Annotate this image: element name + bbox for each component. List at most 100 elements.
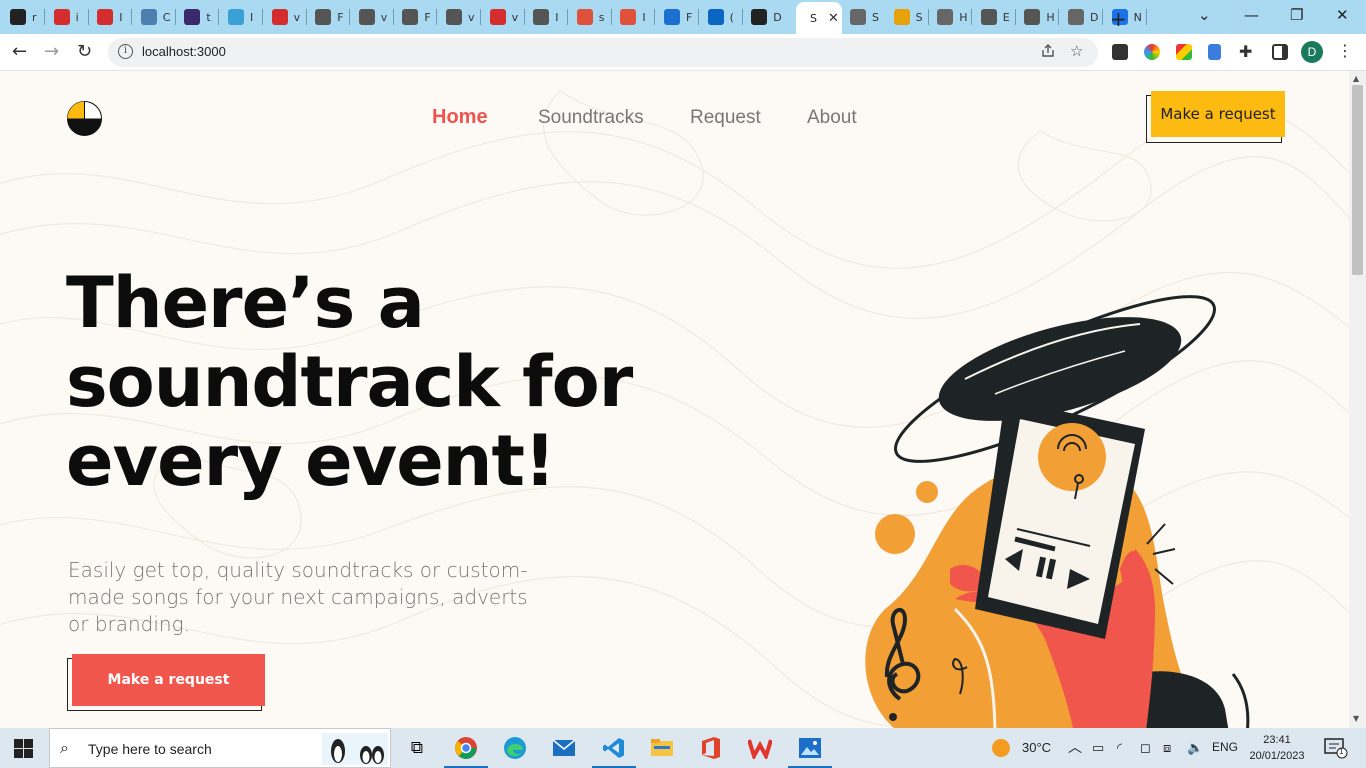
extensions-puzzle-icon[interactable]: ✚ bbox=[1239, 42, 1252, 61]
browser-tab[interactable]: t bbox=[176, 4, 216, 30]
menu-kebab-icon[interactable]: ⋮ bbox=[1337, 41, 1353, 60]
browser-tab[interactable]: F bbox=[394, 4, 434, 30]
weather-icon[interactable] bbox=[991, 738, 1011, 761]
meet-now-icon[interactable]: ◻ bbox=[1140, 740, 1151, 756]
page-scrollbar[interactable]: ▲ ▼ bbox=[1349, 71, 1366, 728]
volume-icon[interactable]: 🔈 bbox=[1187, 740, 1203, 756]
file-explorer-taskbar-icon[interactable] bbox=[648, 734, 676, 762]
browser-tab[interactable]: S bbox=[886, 4, 926, 30]
bookmark-star-icon[interactable]: ☆ bbox=[1070, 42, 1083, 60]
browser-tab[interactable]: I bbox=[89, 4, 129, 30]
browser-tab[interactable]: H bbox=[1016, 4, 1056, 30]
tab-title: H bbox=[1046, 10, 1055, 24]
office-taskbar-icon[interactable] bbox=[697, 734, 725, 762]
tab-search-dropdown-icon[interactable]: ⌄ bbox=[1198, 6, 1211, 24]
browser-tab[interactable]: v bbox=[351, 4, 391, 30]
show-hidden-icons-chevron-icon[interactable]: ︿ bbox=[1068, 737, 1082, 757]
browser-tab[interactable]: r bbox=[2, 4, 42, 30]
input-language[interactable]: ENG bbox=[1212, 740, 1238, 754]
browser-tab[interactable]: ( bbox=[700, 4, 740, 30]
close-window-button[interactable]: ✕ bbox=[1336, 6, 1349, 24]
screen-share-icon[interactable]: ⧈ bbox=[1163, 740, 1171, 756]
wifi-icon[interactable]: ◜ bbox=[1117, 740, 1122, 756]
browser-tab[interactable]: D bbox=[1060, 4, 1100, 30]
close-tab-icon[interactable]: ✕ bbox=[828, 11, 839, 26]
system-clock[interactable]: 23:41 20/01/2023 bbox=[1248, 732, 1306, 764]
scroll-up-arrow-icon[interactable]: ▲ bbox=[1353, 74, 1359, 83]
minimize-button[interactable]: — bbox=[1244, 6, 1259, 24]
task-view-icon[interactable]: ⧉ bbox=[403, 734, 431, 762]
tab-title: F bbox=[686, 10, 693, 24]
hero-make-request-button[interactable]: Make a request bbox=[72, 654, 265, 706]
notifications-icon[interactable]: 1 bbox=[1324, 737, 1348, 762]
nav-request[interactable]: Request bbox=[690, 107, 761, 129]
extension-icon[interactable] bbox=[1112, 44, 1128, 60]
browser-tab[interactable]: I bbox=[525, 4, 565, 30]
reload-icon[interactable]: ↻ bbox=[77, 41, 92, 62]
nav-soundtracks[interactable]: Soundtracks bbox=[538, 107, 644, 129]
vscode-taskbar-icon[interactable] bbox=[592, 734, 636, 768]
profile-avatar[interactable]: D bbox=[1301, 41, 1323, 63]
tab-title: v bbox=[380, 10, 388, 24]
maximize-button[interactable]: ❐ bbox=[1290, 6, 1303, 24]
tab-active[interactable]: S ✕ bbox=[796, 2, 842, 34]
browser-tab[interactable]: E bbox=[973, 4, 1013, 30]
wps-taskbar-icon[interactable] bbox=[746, 734, 774, 762]
browser-tab[interactable]: D bbox=[743, 4, 783, 30]
tab-title: E bbox=[1002, 10, 1010, 24]
clock-date: 20/01/2023 bbox=[1249, 750, 1305, 762]
taskbar-search-box[interactable]: ⌕ Type here to search bbox=[49, 728, 391, 768]
globe-icon bbox=[446, 9, 462, 25]
browser-tab[interactable]: C bbox=[133, 4, 173, 30]
url-text[interactable]: localhost:3000 bbox=[142, 44, 226, 59]
edge-taskbar-icon[interactable] bbox=[501, 734, 529, 762]
address-bar[interactable]: i localhost:3000 ☆ bbox=[108, 38, 1098, 67]
forward-icon[interactable]: → bbox=[44, 41, 59, 62]
search-placeholder: Type here to search bbox=[88, 741, 212, 757]
tab-title: ( bbox=[729, 10, 734, 24]
chrome-taskbar-icon[interactable] bbox=[444, 734, 488, 768]
windows-start-icon[interactable] bbox=[14, 739, 33, 758]
hero-subtitle-line: made songs for your next campaigns, adve… bbox=[68, 585, 528, 609]
browser-tab[interactable]: I bbox=[220, 4, 260, 30]
scroll-down-arrow-icon[interactable]: ▼ bbox=[1353, 714, 1359, 723]
header-make-request-button[interactable]: Make a request bbox=[1151, 91, 1285, 137]
tab-title: I bbox=[642, 10, 646, 24]
ie-icon bbox=[53, 9, 70, 25]
nav-about[interactable]: About bbox=[807, 107, 857, 129]
globe-icon bbox=[402, 9, 419, 25]
site-logo[interactable] bbox=[67, 101, 102, 136]
extension-doc-icon[interactable] bbox=[1208, 44, 1221, 60]
hero-subtitle: Easily get top, quality soundtracks or c… bbox=[68, 557, 568, 638]
browser-tab[interactable]: F bbox=[307, 4, 347, 30]
browser-tab[interactable]: F bbox=[656, 4, 696, 30]
mail-taskbar-icon[interactable] bbox=[550, 734, 578, 762]
share-icon[interactable] bbox=[1040, 43, 1056, 63]
browser-tab[interactable]: v bbox=[482, 4, 522, 30]
tab-title: I bbox=[250, 10, 254, 24]
new-tab-button[interactable]: + bbox=[1110, 7, 1127, 31]
back-icon[interactable]: ← bbox=[12, 41, 27, 62]
tab-title: s bbox=[598, 10, 605, 24]
browser-tab[interactable]: I bbox=[612, 4, 652, 30]
browser-tab[interactable]: s bbox=[569, 4, 609, 30]
browser-tab[interactable]: S bbox=[842, 4, 882, 30]
hero-title: There’s a soundtrack for every event! bbox=[66, 264, 706, 501]
browser-tab[interactable]: H bbox=[929, 4, 969, 30]
battery-icon[interactable]: ▭ bbox=[1092, 740, 1104, 756]
weather-temperature[interactable]: 30°C bbox=[1022, 740, 1051, 755]
browser-tab[interactable]: v bbox=[264, 4, 304, 30]
figma-icon bbox=[576, 9, 593, 25]
browser-tab[interactable]: i bbox=[46, 4, 86, 30]
scrollbar-thumb[interactable] bbox=[1352, 85, 1363, 275]
hero-title-line: every event! bbox=[66, 420, 556, 502]
site-info-icon[interactable]: i bbox=[118, 44, 133, 59]
photos-taskbar-icon[interactable] bbox=[788, 734, 832, 768]
side-panel-icon[interactable] bbox=[1272, 44, 1288, 60]
browser-tab[interactable]: v bbox=[438, 4, 478, 30]
nav-home[interactable]: Home bbox=[432, 106, 488, 129]
globe-icon bbox=[1024, 9, 1041, 25]
extension-grid-icon[interactable] bbox=[1176, 44, 1192, 60]
windows-taskbar: ⌕ Type here to search ⧉ 30°C ︿ ▭ ◜ ◻ ⧈ 🔈… bbox=[0, 728, 1366, 768]
color-picker-extension-icon[interactable] bbox=[1144, 44, 1160, 60]
